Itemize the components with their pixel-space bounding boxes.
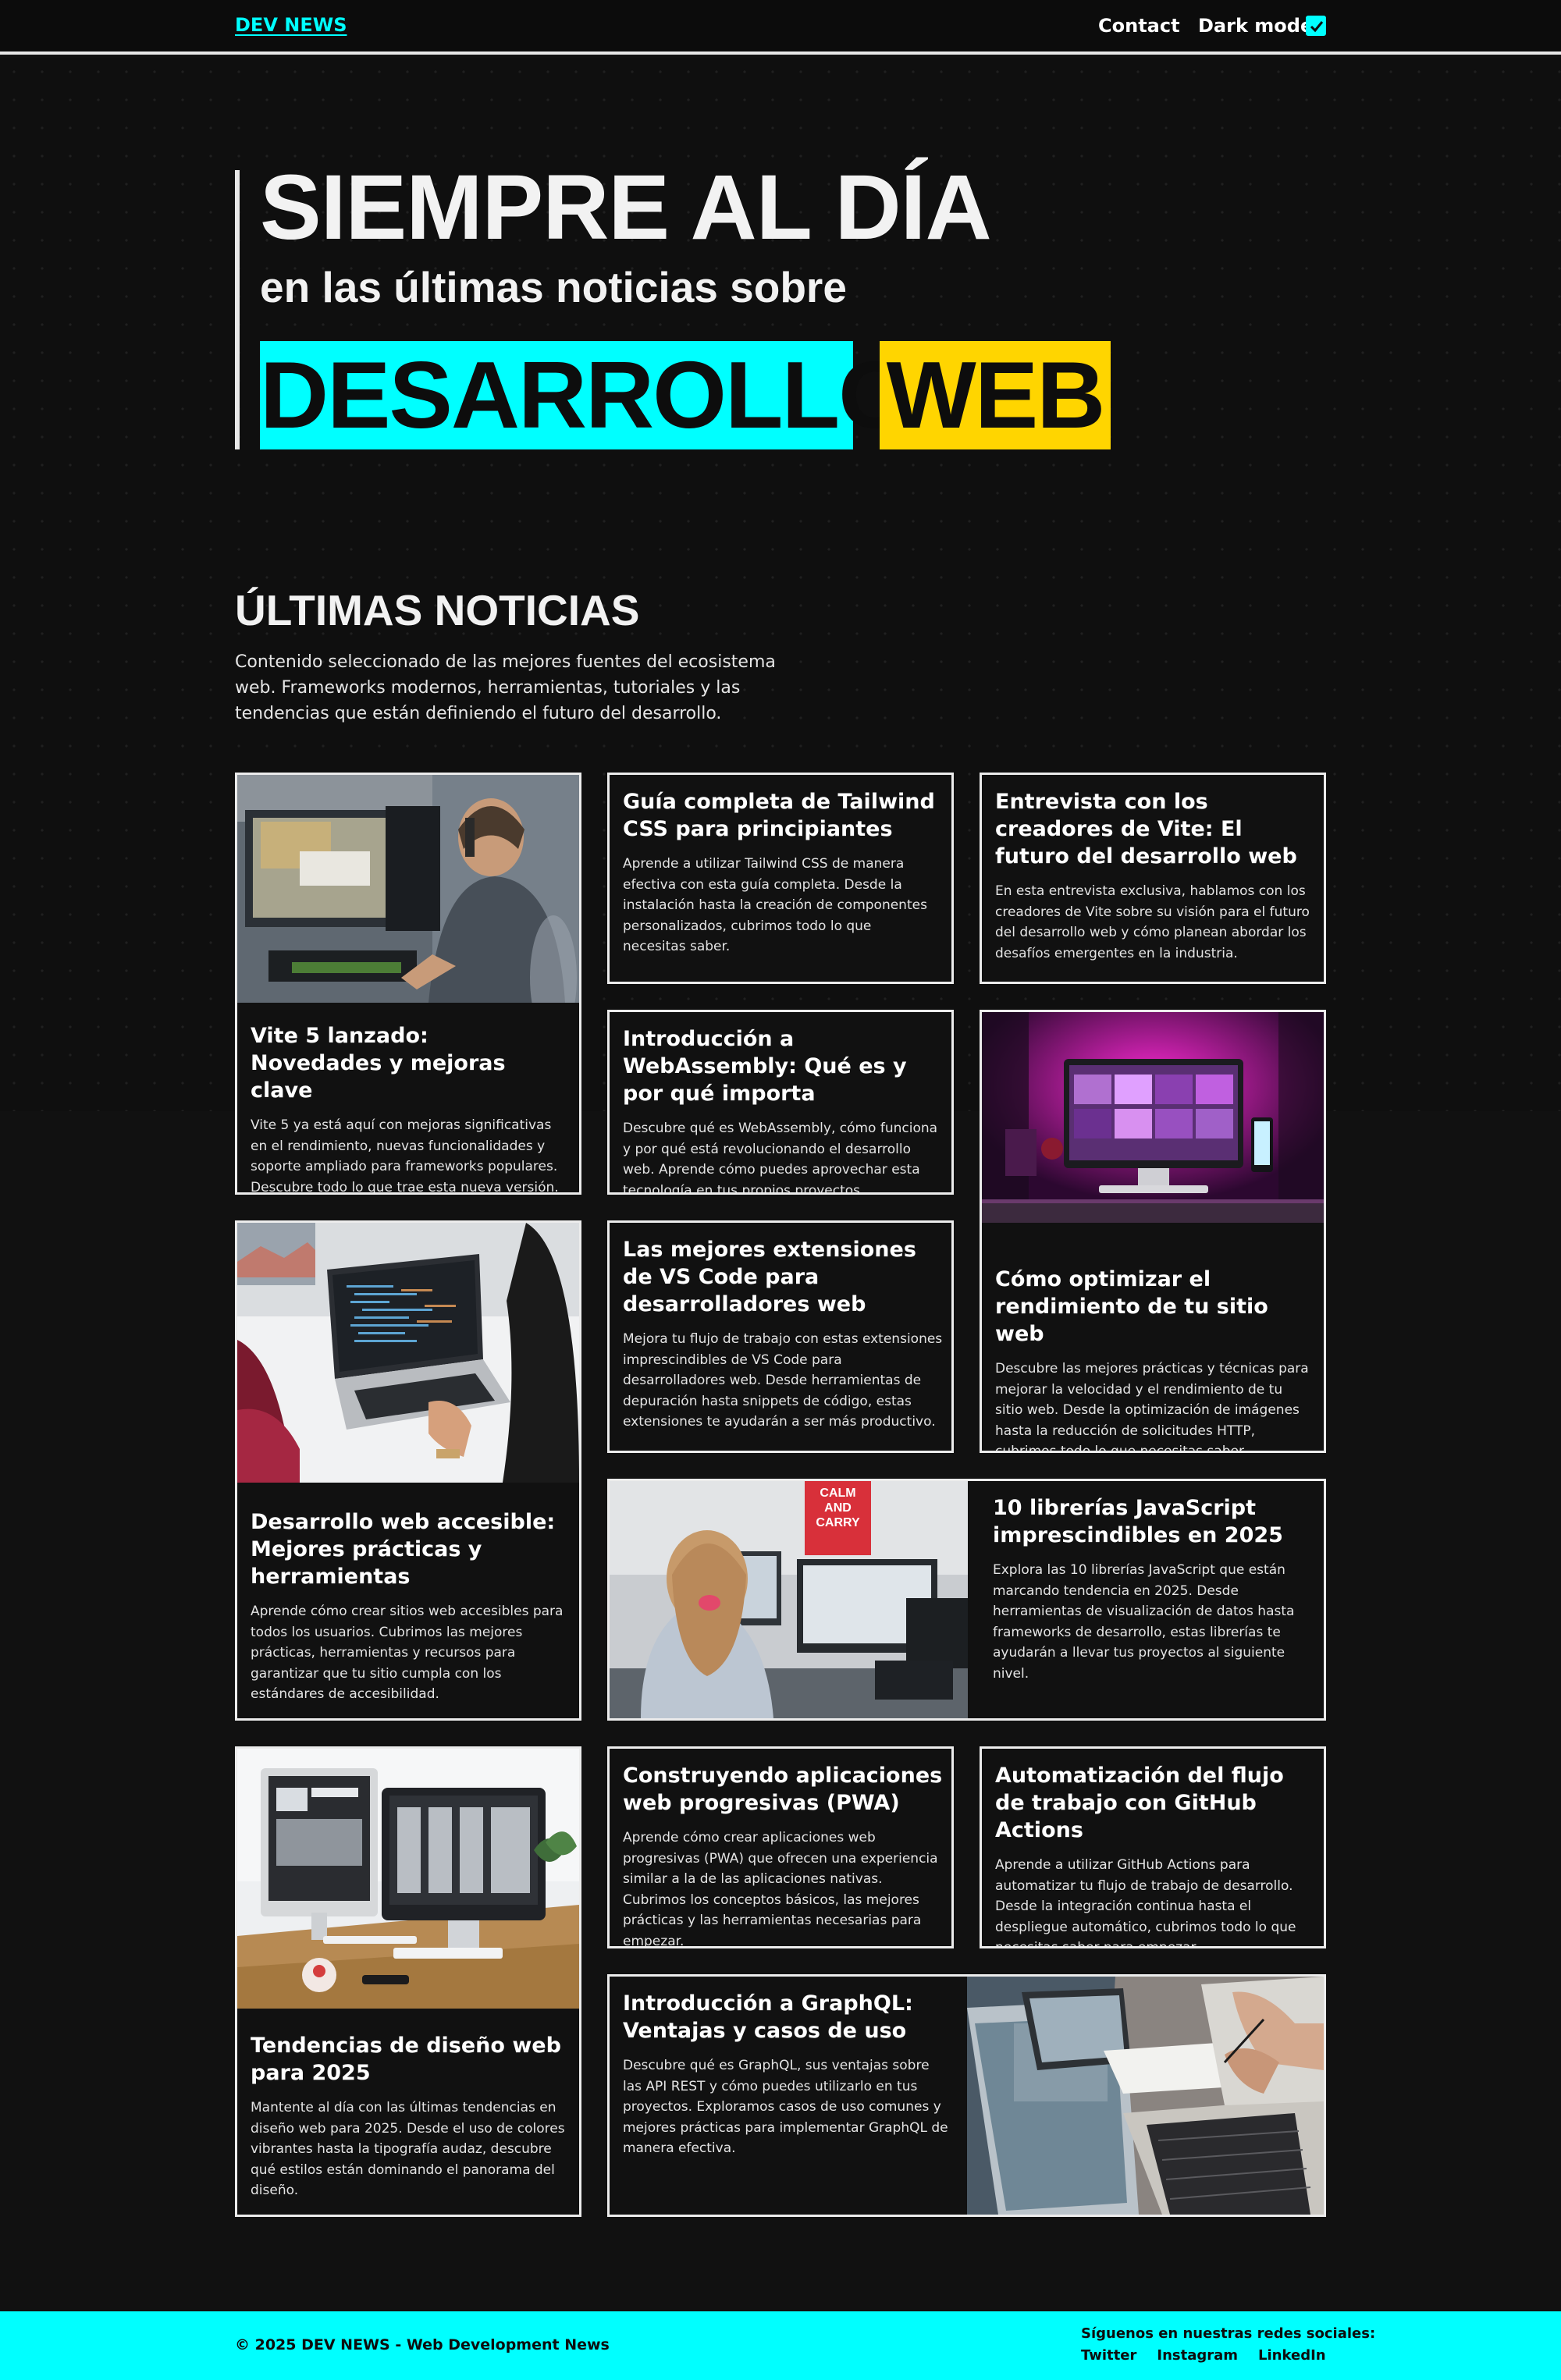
- article-image: [237, 1749, 579, 2009]
- article-excerpt: Descubre qué es WebAssembly, cómo funcio…: [623, 1121, 938, 1195]
- article-excerpt: Mejora tu flujo de trabajo con estas ext…: [623, 1331, 943, 1430]
- brand-logo-link[interactable]: DEV NEWS: [235, 14, 347, 36]
- article-excerpt: Mantente al día con las últimas tendenci…: [251, 2100, 565, 2199]
- article-title[interactable]: Construyendo aplicaciones web progresiva…: [623, 1762, 944, 1817]
- dark-mode-checkbox[interactable]: [1306, 16, 1326, 36]
- article-title[interactable]: Tendencias de diseño web para 2025: [251, 2032, 566, 2087]
- article-card-js-libraries[interactable]: CALM AND CARRY 10 librerías JavaScript i…: [607, 1479, 1326, 1721]
- instagram-link[interactable]: Instagram: [1157, 2347, 1238, 2364]
- article-title[interactable]: 10 librerías JavaScript imprescindibles …: [993, 1494, 1308, 1549]
- article-excerpt: Aprende a utilizar GitHub Actions para a…: [995, 1857, 1296, 1948]
- article-card-accessibility[interactable]: Desarrollo web accesible: Mejores prácti…: [235, 1220, 581, 1721]
- article-excerpt: Descubre qué es GraphQL, sus ventajas so…: [623, 2058, 948, 2157]
- hero-subtitle: en las últimas noticias sobre: [260, 263, 847, 311]
- article-title[interactable]: Desarrollo web accesible: Mejores prácti…: [251, 1508, 566, 1590]
- dark-mode-label: Dark mode:: [1198, 15, 1321, 37]
- section-description: Contenido seleccionado de las mejores fu…: [235, 652, 776, 723]
- article-card-vite-interview[interactable]: Entrevista con los creadores de Vite: El…: [980, 773, 1326, 984]
- article-image: [237, 775, 579, 1003]
- article-card-github-actions[interactable]: Automatización del flujo de trabajo con …: [980, 1746, 1326, 1948]
- footer-social-links: Twitter Instagram LinkedIn: [1081, 2347, 1326, 2364]
- article-title[interactable]: Cómo optimizar el rendimiento de tu siti…: [995, 1266, 1310, 1348]
- article-title[interactable]: Guía completa de Tailwind CSS para princ…: [623, 788, 938, 843]
- article-title[interactable]: Automatización del flujo de trabajo con …: [995, 1762, 1317, 1844]
- top-navbar: DEV NEWS Contact Dark mode:: [0, 0, 1561, 55]
- article-card-design-trends[interactable]: Tendencias de diseño web para 2025 Mante…: [235, 1746, 581, 2217]
- contact-link[interactable]: Contact: [1098, 15, 1180, 37]
- article-card-performance[interactable]: Cómo optimizar el rendimiento de tu siti…: [980, 1010, 1326, 1453]
- footer: © 2025 DEV NEWS - Web Development News S…: [0, 2311, 1561, 2380]
- footer-follow-label: Síguenos en nuestras redes sociales:: [1081, 2325, 1376, 2342]
- article-excerpt: Aprende cómo crear sitios web accesibles…: [251, 1604, 564, 1703]
- article-card-vite5[interactable]: Vite 5 lanzado: Novedades y mejoras clav…: [235, 773, 581, 1195]
- hero-accent-bar: [235, 170, 240, 449]
- article-card-webassembly[interactable]: Introducción a WebAssembly: Qué es y por…: [607, 1010, 954, 1195]
- article-card-vscode[interactable]: Las mejores extensiones de VS Code para …: [607, 1220, 954, 1453]
- article-excerpt: Descubre las mejores prácticas y técnica…: [995, 1361, 1309, 1453]
- article-title[interactable]: Introducción a GraphQL: Ventajas y casos…: [623, 1990, 951, 2044]
- article-title[interactable]: Entrevista con los creadores de Vite: El…: [995, 788, 1310, 870]
- hero-tag-desarrollo: DESARROLLO: [260, 341, 912, 449]
- article-title[interactable]: Las mejores extensiones de VS Code para …: [623, 1236, 944, 1318]
- article-excerpt: Aprende a utilizar Tailwind CSS de maner…: [623, 856, 927, 955]
- article-card-tailwind[interactable]: Guía completa de Tailwind CSS para princ…: [607, 773, 954, 984]
- section-title: ÚLTIMAS NOTICIAS: [235, 586, 640, 634]
- checkmark-icon: [1310, 21, 1324, 33]
- article-image: [237, 1223, 579, 1483]
- article-excerpt: Aprende cómo crear aplicaciones web prog…: [623, 1830, 938, 1948]
- hero-tag-web: WEB: [880, 341, 1111, 449]
- article-card-graphql[interactable]: Introducción a GraphQL: Ventajas y casos…: [607, 1974, 1326, 2217]
- twitter-link[interactable]: Twitter: [1081, 2347, 1136, 2364]
- hero-title: SIEMPRE AL DÍA: [260, 156, 992, 259]
- linkedin-link[interactable]: LinkedIn: [1258, 2347, 1326, 2364]
- article-card-pwa[interactable]: Construyendo aplicaciones web progresiva…: [607, 1746, 954, 1948]
- article-title[interactable]: Vite 5 lanzado: Novedades y mejoras clav…: [251, 1022, 566, 1104]
- article-excerpt: Explora las 10 librerías JavaScript que …: [993, 1562, 1295, 1682]
- article-title[interactable]: Introducción a WebAssembly: Qué es y por…: [623, 1025, 944, 1107]
- article-image: [982, 1012, 1324, 1223]
- article-excerpt: En esta entrevista exclusiva, hablamos c…: [995, 883, 1310, 961]
- article-image: CALM AND CARRY: [610, 1481, 968, 1718]
- footer-copyright: © 2025 DEV NEWS - Web Development News: [235, 2336, 610, 2353]
- poster-text: CALM AND CARRY: [816, 1487, 860, 1529]
- article-image: [967, 1977, 1324, 2215]
- article-excerpt: Vite 5 ya está aquí con mejoras signific…: [251, 1117, 559, 1195]
